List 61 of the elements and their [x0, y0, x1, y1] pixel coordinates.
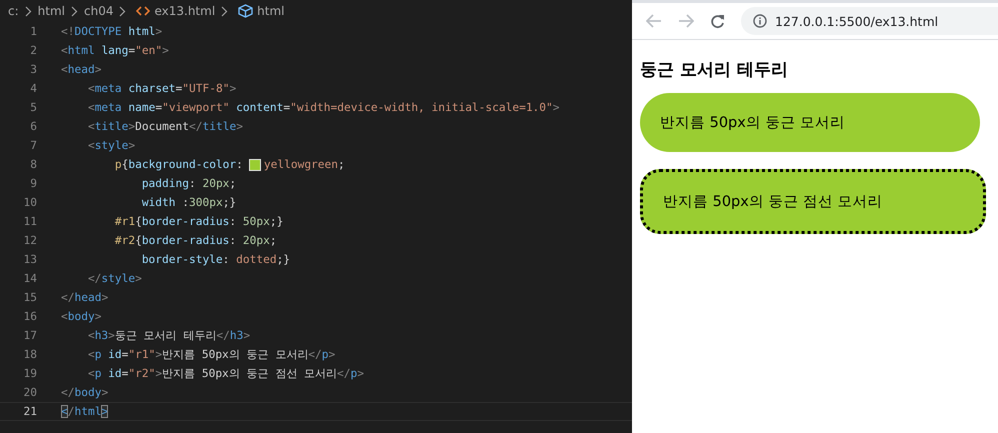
cube-icon: [238, 4, 254, 18]
line-number: 15: [22, 291, 37, 304]
reload-icon[interactable]: [710, 14, 725, 28]
rounded-paragraph: 반지름 50px의 둥근 모서리: [640, 93, 980, 152]
line-number: 17: [22, 329, 37, 342]
code-text: <meta name="viewport" content="width=device-width, initial-scale=1.0">: [86, 101, 560, 114]
code-text: </style>: [86, 272, 142, 285]
chevron-icon: [221, 6, 228, 16]
code-text: yellowgreen;: [264, 158, 345, 171]
info-icon[interactable]: [753, 14, 767, 28]
code-text: width :300px;}: [140, 196, 236, 209]
code-text: padding: 20px;: [140, 177, 236, 190]
chevron-icon: [119, 6, 126, 16]
line-number: 8: [29, 158, 37, 171]
line-number: 19: [22, 367, 37, 380]
line-number: 13: [22, 253, 37, 266]
line-number: 4: [29, 82, 37, 95]
url-text: 127.0.0.1:5500/ex13.html: [775, 14, 938, 28]
breadcrumb-item[interactable]: c:: [8, 4, 19, 18]
line-number: 21: [22, 405, 37, 418]
line-number: 11: [22, 215, 37, 228]
code-text: <head>: [61, 63, 102, 76]
breadcrumb-item[interactable]: ch04: [84, 4, 114, 18]
line-number: 18: [22, 348, 37, 361]
line-number: 14: [22, 272, 37, 285]
code-text: p{background-color:: [114, 158, 243, 171]
chevron-icon: [70, 6, 78, 16]
address-bar[interactable]: 127.0.0.1:5500/ex13.html: [741, 7, 998, 35]
code-text: </head>: [61, 291, 108, 304]
code-text: <body>: [61, 310, 102, 323]
line-number: 6: [29, 120, 37, 133]
code-text: <p id="r1">반지름 50px의 둥근 모서리</p>: [86, 347, 336, 362]
breadcrumb-item[interactable]: html: [38, 4, 65, 18]
code-text: </body>: [61, 386, 108, 399]
page-heading: 둥근 모서리 테두리: [640, 59, 789, 81]
line-number: 12: [22, 234, 37, 247]
line-number: 16: [22, 310, 37, 323]
code-text: <p id="r2">반지름 50px의 둥근 점선 모서리</p>: [86, 366, 364, 381]
code-file-icon: [136, 6, 150, 16]
line-number: 9: [29, 177, 37, 190]
line-number: 1: [29, 25, 37, 38]
rounded-paragraph: 반지름 50px의 둥근 점선 모서리: [640, 169, 986, 234]
breadcrumb-item[interactable]: html: [257, 4, 285, 18]
code-text: <h3>둥근 모서리 테두리</h3>: [86, 328, 250, 343]
code-text: <!DOCTYPE html>: [61, 25, 162, 38]
line-number: 2: [29, 44, 37, 57]
code-text: <style>: [86, 139, 136, 152]
code-text: <title>Document</title>: [86, 120, 243, 133]
line-number: 7: [29, 139, 37, 152]
code-text: <meta charset="UTF-8">: [86, 82, 236, 95]
line-number: 3: [29, 63, 37, 76]
code-text: <html lang="en">: [61, 44, 169, 57]
code-text: border-style: dotted;}: [140, 253, 290, 266]
line-number: 10: [22, 196, 37, 209]
breadcrumb-item[interactable]: ex13.html: [154, 4, 216, 18]
color-swatch[interactable]: [248, 158, 261, 170]
chevron-icon: [24, 6, 32, 16]
line-number: 20: [22, 386, 37, 399]
line-number: 5: [29, 101, 37, 114]
code-text: #r2{border-radius: 20px;: [114, 234, 277, 247]
code-text: #r1{border-radius: 50px;}: [114, 215, 284, 228]
